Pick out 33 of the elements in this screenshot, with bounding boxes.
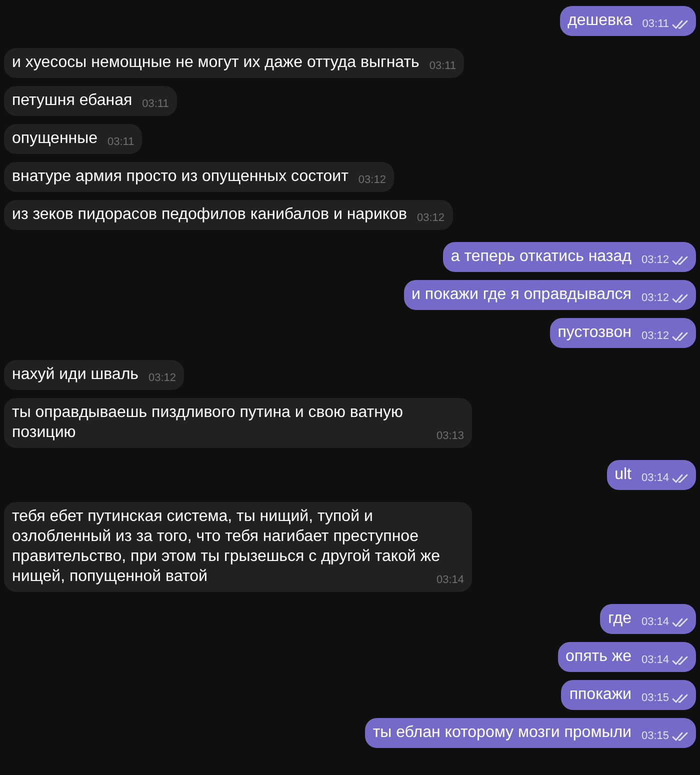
message-time: 03:11 xyxy=(429,59,456,74)
message-time: 03:12 xyxy=(358,173,386,188)
message-time: 03:14 xyxy=(641,653,669,668)
message-text: ты оправдываешь пиздливого путина и свою ватную позицию xyxy=(12,404,403,441)
message-time: 03:14 xyxy=(436,573,464,588)
message-text: нахуй иди шваль xyxy=(12,366,138,383)
message-time: 03:12 xyxy=(641,291,669,306)
message-time: 03:11 xyxy=(142,97,169,112)
message-text: ult xyxy=(614,466,632,483)
message-text: и покажи где я оправдывался xyxy=(412,286,632,303)
message-text: ты еблан которому мозги промыли xyxy=(372,724,632,741)
message-time: 03:14 xyxy=(641,471,669,486)
message-time: 03:14 xyxy=(641,615,669,630)
message-text: где xyxy=(608,610,632,627)
message-text: дешевка xyxy=(568,12,632,29)
message-text: опущенные xyxy=(12,130,98,147)
message-text: ппокажи xyxy=(569,686,632,703)
message-text: внатуре армия просто из опущенных состоит xyxy=(12,168,348,185)
message-text: опять же xyxy=(566,648,632,665)
message-text: а теперь откатись назад xyxy=(450,248,632,265)
message-time: 03:12 xyxy=(641,253,669,268)
message-time: 03:11 xyxy=(108,135,134,150)
message-time: 03:15 xyxy=(641,729,669,744)
message-time: 03:15 xyxy=(641,691,669,706)
message-time: 03:12 xyxy=(641,329,669,344)
message-time: 03:11 xyxy=(642,17,669,32)
message-time: 03:12 xyxy=(148,371,176,386)
message-text: и хуесосы немощные не могут их даже оттуда выгнать xyxy=(12,54,420,71)
message-time: 03:12 xyxy=(416,211,444,226)
message-text: из зеков пидорасов педофилов канибалов и нариков xyxy=(12,206,407,223)
message-text: петушня ебаная xyxy=(12,92,132,109)
message-time: 03:13 xyxy=(436,429,464,444)
message-text: пустозвон xyxy=(558,324,632,341)
